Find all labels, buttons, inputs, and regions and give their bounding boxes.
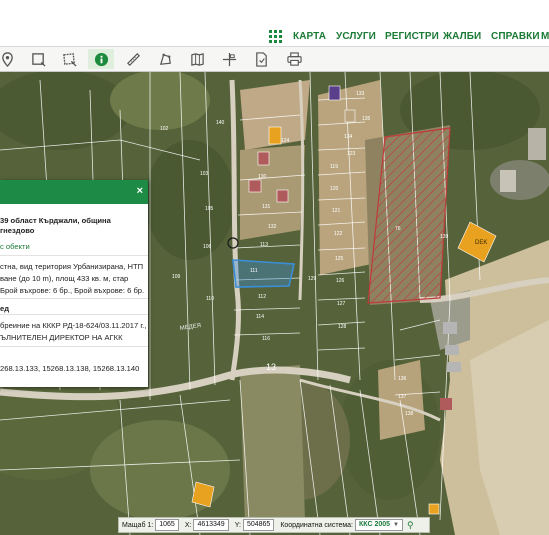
parcel-number: 128 <box>338 324 347 330</box>
parcel-number: 76 <box>395 226 401 232</box>
select-rect-icon[interactable] <box>25 49 51 69</box>
popup-text-line: бреиние на КККР РД-18-624/03.11.2017 г., <box>0 321 147 330</box>
parcel-number: 130 <box>258 174 267 180</box>
x-coordinate-label: X: <box>184 521 192 529</box>
popup-divider <box>0 314 148 315</box>
parcel-number: 137 <box>398 394 407 400</box>
parcel-number: 125 <box>335 256 344 262</box>
parcel-number: 114 <box>256 314 264 320</box>
parcel-number: 136 <box>398 376 407 382</box>
print-icon[interactable] <box>281 49 307 69</box>
parcel-number: 111 <box>250 268 258 274</box>
popup-text-line: 268.13.133, 15268.13.138, 15268.13.140 <box>0 364 140 373</box>
coordinates-icon[interactable] <box>216 49 242 69</box>
nav-item-more[interactable]: M <box>541 31 549 42</box>
scale-input[interactable]: 1065 <box>155 519 179 531</box>
popup-divider <box>0 298 148 299</box>
info-icon[interactable] <box>88 49 114 69</box>
distance-icon[interactable] <box>120 49 146 69</box>
parcel-number: 131 <box>262 204 271 210</box>
parcel-number: 123 <box>347 151 356 157</box>
parcel-number: 116 <box>262 336 270 342</box>
map-book-icon[interactable] <box>184 49 210 69</box>
parcel-number: 119 <box>330 164 338 170</box>
document-icon[interactable] <box>248 49 274 69</box>
parcel-number: 102 <box>160 126 169 132</box>
parcel-number: 134 <box>344 134 353 140</box>
parcel-number: 106 <box>203 244 212 250</box>
popup-text-line: Брой въхрове: 6 бр., Брой въхрове: 6 бр. <box>0 286 145 295</box>
popup-text-line: стна, вид територия Урбанизирана, НТП <box>0 262 144 271</box>
street-number-label: 13 <box>266 362 276 372</box>
parcel-number: 129 <box>308 276 317 282</box>
parcel-number: 122 <box>334 231 343 237</box>
x-coordinate-value: 4613349 <box>193 519 229 531</box>
map-status-bar: Мащаб 1: 1065 X: 4613349 Y: 504865 Коорд… <box>118 517 430 533</box>
close-icon[interactable]: × <box>137 185 143 197</box>
building-label: DEK <box>475 240 487 246</box>
parcel-number: 140 <box>216 120 225 126</box>
parcel-number: 109 <box>172 274 181 280</box>
popup-text-line: ЪЛНИТЕЛЕН ДИРЕКТОР НА АГКК <box>0 333 123 342</box>
popup-section-heading: ед <box>0 304 10 313</box>
coordinate-system-label: Координатна система: <box>280 521 353 529</box>
parcel-number: 120 <box>330 186 339 192</box>
nav-item-complaints[interactable]: ЖАЛБИ <box>443 31 481 42</box>
popup-title-line-2: гнездово <box>0 226 35 235</box>
parcel-number: 135 <box>362 116 371 122</box>
parcel-number: 112 <box>258 294 266 300</box>
apps-grid-icon[interactable] <box>269 30 282 43</box>
top-navigation-bar: КАРТА УСЛУГИ РЕГИСТРИ ЖАЛБИ СПРАВКИ M <box>0 0 549 47</box>
parcel-number: 139 <box>440 234 449 240</box>
parcel-number: 138 <box>405 411 414 417</box>
coordinate-system-value: ККС 2005 <box>359 521 391 528</box>
map-toolbar <box>0 47 549 72</box>
chevron-down-icon: ▼ <box>393 522 399 528</box>
pin-icon[interactable] <box>0 49 20 69</box>
coordinate-system-select[interactable]: ККС 2005 ▼ <box>355 519 403 531</box>
parcel-number: 124 <box>281 138 290 144</box>
area-icon[interactable] <box>152 49 178 69</box>
parcel-number: 113 <box>260 242 268 248</box>
parcel-number: 133 <box>356 91 365 97</box>
popup-divider <box>0 346 148 347</box>
y-coordinate-value: 504865 <box>242 519 275 531</box>
parcel-number: 127 <box>337 301 346 307</box>
popup-divider <box>0 255 148 256</box>
nav-item-registers[interactable]: РЕГИСТРИ <box>385 31 439 42</box>
parcel-number: 126 <box>336 278 345 284</box>
selected-parcel[interactable] <box>232 259 295 288</box>
search-icon[interactable]: ⚲ <box>407 520 414 531</box>
popup-header: × <box>0 180 148 204</box>
nav-item-services[interactable]: УСЛУГИ <box>336 31 376 42</box>
nav-item-map[interactable]: КАРТА <box>293 31 326 42</box>
y-coordinate-label: Y: <box>234 521 241 529</box>
popup-title-line-1: 39 област Кърджали, община <box>0 216 111 225</box>
parcel-number: 132 <box>268 224 277 230</box>
popup-text-line: ване (до 10 m), площ 433 кв. м, стар <box>0 274 129 283</box>
popup-objects-link[interactable]: с обекти <box>0 242 30 251</box>
parcel-info-popup: × 39 област Кърджали, община гнездово с … <box>0 180 148 387</box>
parcel-number: 121 <box>332 208 341 214</box>
select-polygon-icon[interactable] <box>56 49 82 69</box>
parcel-number: 110 <box>206 296 214 302</box>
parcel-number: 105 <box>205 206 214 212</box>
nav-item-references[interactable]: СПРАВКИ <box>491 31 540 42</box>
parcel-number: 103 <box>200 171 209 177</box>
scale-label: Мащаб 1: <box>122 521 154 529</box>
